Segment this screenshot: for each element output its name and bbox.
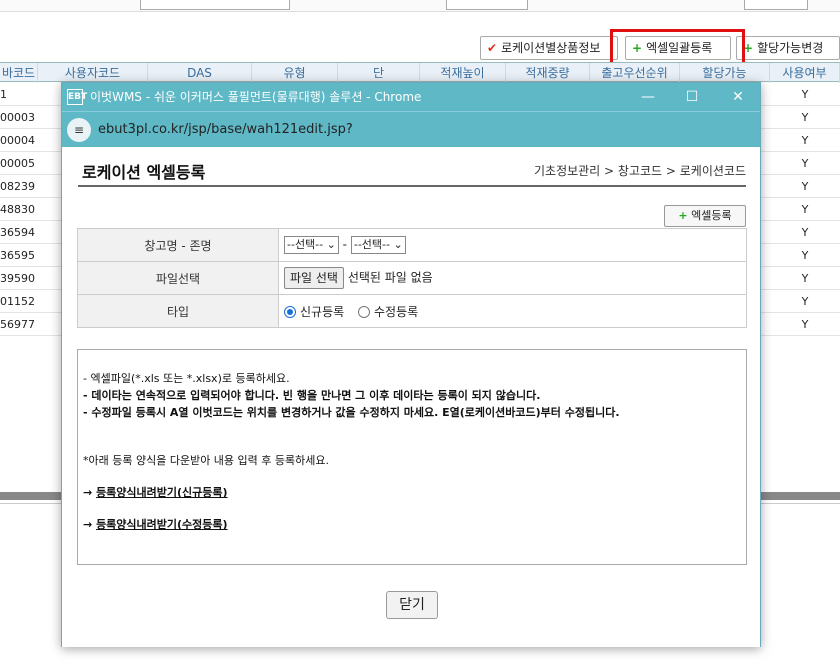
file-select-button[interactable]: 파일 선택 xyxy=(284,267,344,289)
popup-content: 로케이션 엑셀등록 기초정보관리 > 창고코드 > 로케이션코드 + 엑셀등록 … xyxy=(62,147,760,647)
filter-button[interactable] xyxy=(744,0,808,10)
col-header[interactable]: 단 xyxy=(338,63,420,83)
filter-input[interactable] xyxy=(140,0,290,10)
site-settings-icon[interactable]: ≡ xyxy=(67,118,91,142)
breadcrumb: 기초정보관리 > 창고코드 > 로케이션코드 xyxy=(533,164,746,178)
url-text[interactable]: ebut3pl.co.kr/jsp/base/wah121edit.jsp? xyxy=(98,112,353,148)
col-header[interactable]: 바코드 xyxy=(0,63,38,83)
download-edit-link[interactable]: 등록양식내려받기(수정등록) xyxy=(96,518,228,531)
col-header[interactable]: 사용자코드 xyxy=(38,63,148,83)
warehouse-select[interactable]: --선택-- ⌄ xyxy=(284,236,339,254)
download-new-link-row: → 등록양식내려받기(신규등록) xyxy=(83,486,228,499)
popup-window: EBT 이벗WMS - 쉬운 이커머스 풀필먼트(물류대행) 솔루션 - Chr… xyxy=(61,82,761,647)
col-header[interactable]: 사용여부 xyxy=(770,63,840,83)
highlight-box xyxy=(610,29,745,65)
warehouse-label: 창고명 - 존명 xyxy=(77,228,279,262)
grid-header: 바코드 사용자코드 DAS 유형 단 적재높이 적재중량 출고우선순위 할당가능… xyxy=(0,62,840,83)
window-titlebar[interactable]: EBT 이벗WMS - 쉬운 이커머스 풀필먼트(물류대행) 솔루션 - Chr… xyxy=(62,83,760,111)
col-header[interactable]: 적재높이 xyxy=(420,63,506,83)
title-divider xyxy=(78,185,746,187)
type-label: 타입 xyxy=(77,294,279,328)
loc-product-info-button[interactable]: ✔ 로케이션별상품정보 xyxy=(480,36,618,60)
maximize-icon[interactable]: ☐ xyxy=(672,83,712,111)
notice-line: - 수정파일 등록시 A열 이벗코드는 위치를 변경하거나 값을 수정하지 마세… xyxy=(83,406,620,419)
close-button[interactable]: 닫기 xyxy=(386,591,438,619)
zone-select[interactable]: --선택-- ⌄ xyxy=(350,236,406,254)
col-header[interactable]: 할당가능 xyxy=(680,63,770,83)
file-status: 선택된 파일 없음 xyxy=(347,270,433,285)
radio-new[interactable] xyxy=(284,306,296,318)
check-icon: ✔ xyxy=(487,41,498,55)
notice-line: *아래 등록 양식을 다운받아 내용 입력 후 등록하세요. xyxy=(83,454,329,467)
page-title: 로케이션 엑셀등록 xyxy=(82,163,206,182)
notice-line: - 데이타는 연속적으로 입력되어야 합니다. 빈 행을 만나면 그 이후 데이… xyxy=(83,389,541,402)
filter-button[interactable] xyxy=(446,0,528,10)
download-new-link[interactable]: 등록양식내려받기(신규등록) xyxy=(96,486,228,499)
excel-register-button[interactable]: + 엑셀등록 xyxy=(664,205,746,227)
allocatable-change-button[interactable]: + 할당가능변경 xyxy=(736,36,840,60)
upload-form: 창고명 - 존명 --선택-- ⌄ - --선택-- ⌄ 파일선택 파일 선택 … xyxy=(77,228,747,328)
download-edit-link-row: → 등록양식내려받기(수정등록) xyxy=(83,518,228,531)
notice-line: - 엑셀파일(*.xls 또는 *.xlsx)로 등록하세요. xyxy=(83,372,290,385)
col-header[interactable]: 적재중량 xyxy=(506,63,590,83)
file-label: 파일선택 xyxy=(77,261,279,295)
notice-box: - 엑셀파일(*.xls 또는 *.xlsx)로 등록하세요. - 데이타는 연… xyxy=(77,349,747,565)
col-header[interactable]: 출고우선순위 xyxy=(590,63,680,83)
col-header[interactable]: DAS xyxy=(148,63,252,83)
window-title: 이벗WMS - 쉬운 이커머스 풀필먼트(물류대행) 솔루션 - Chrome xyxy=(90,90,422,104)
top-filter-strip xyxy=(0,0,840,12)
radio-edit[interactable] xyxy=(358,306,370,318)
close-window-icon[interactable]: ✕ xyxy=(718,83,758,111)
col-header[interactable]: 유형 xyxy=(252,63,338,83)
app-logo-icon: EBT xyxy=(67,89,87,105)
minimize-icon[interactable]: — xyxy=(628,83,668,111)
address-bar: ≡ ebut3pl.co.kr/jsp/base/wah121edit.jsp? xyxy=(62,111,760,147)
plus-icon: + xyxy=(678,209,688,222)
